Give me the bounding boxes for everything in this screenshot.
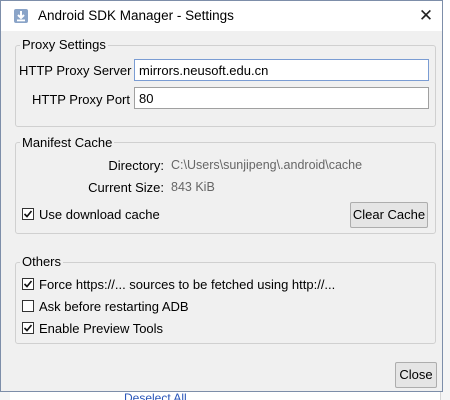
http-proxy-server-label: HTTP Proxy Server <box>19 63 132 78</box>
http-proxy-server-input[interactable] <box>134 59 429 81</box>
force-http-checkbox[interactable] <box>22 278 34 290</box>
ask-before-restarting-adb-checkbox[interactable] <box>22 300 34 312</box>
use-download-cache-checkbox[interactable] <box>22 208 34 220</box>
background-deselect-all-link[interactable]: Deselect All <box>124 391 187 400</box>
ask-before-restarting-adb-label: Ask before restarting ADB <box>39 299 189 314</box>
use-download-cache-label: Use download cache <box>39 207 160 222</box>
checkmark-icon <box>23 324 33 332</box>
http-proxy-port-input[interactable] <box>134 87 429 109</box>
proxy-settings-group <box>15 45 436 127</box>
enable-preview-tools-checkbox[interactable] <box>22 322 34 334</box>
proxy-settings-legend: Proxy Settings <box>20 37 108 52</box>
current-size-label: Current Size: <box>88 180 164 195</box>
manifest-cache-legend: Manifest Cache <box>20 135 115 150</box>
android-sdk-download-icon <box>13 8 29 24</box>
checkmark-icon <box>23 210 33 218</box>
checkmark-icon <box>23 280 33 288</box>
http-proxy-port-label: HTTP Proxy Port <box>31 92 130 107</box>
close-button[interactable]: Close <box>395 362 437 388</box>
current-size-value: 843 KiB <box>171 180 215 194</box>
title-bar[interactable]: Android SDK Manager - Settings ✕ <box>1 1 442 31</box>
others-legend: Others <box>20 254 64 269</box>
settings-dialog: Android SDK Manager - Settings ✕ Proxy S… <box>0 0 443 392</box>
directory-value: C:\Users\sunjipeng\.android\cache <box>171 158 363 172</box>
window-title: Android SDK Manager - Settings <box>38 8 234 23</box>
close-icon[interactable]: ✕ <box>411 4 441 28</box>
clear-cache-button[interactable]: Clear Cache <box>350 202 428 228</box>
screen: d d d d d d d d d d s/ Deselect All Andr… <box>0 0 450 400</box>
enable-preview-tools-label: Enable Preview Tools <box>39 321 164 336</box>
force-http-label: Force https://... sources to be fetched … <box>39 277 336 292</box>
directory-label: Directory: <box>108 158 164 173</box>
